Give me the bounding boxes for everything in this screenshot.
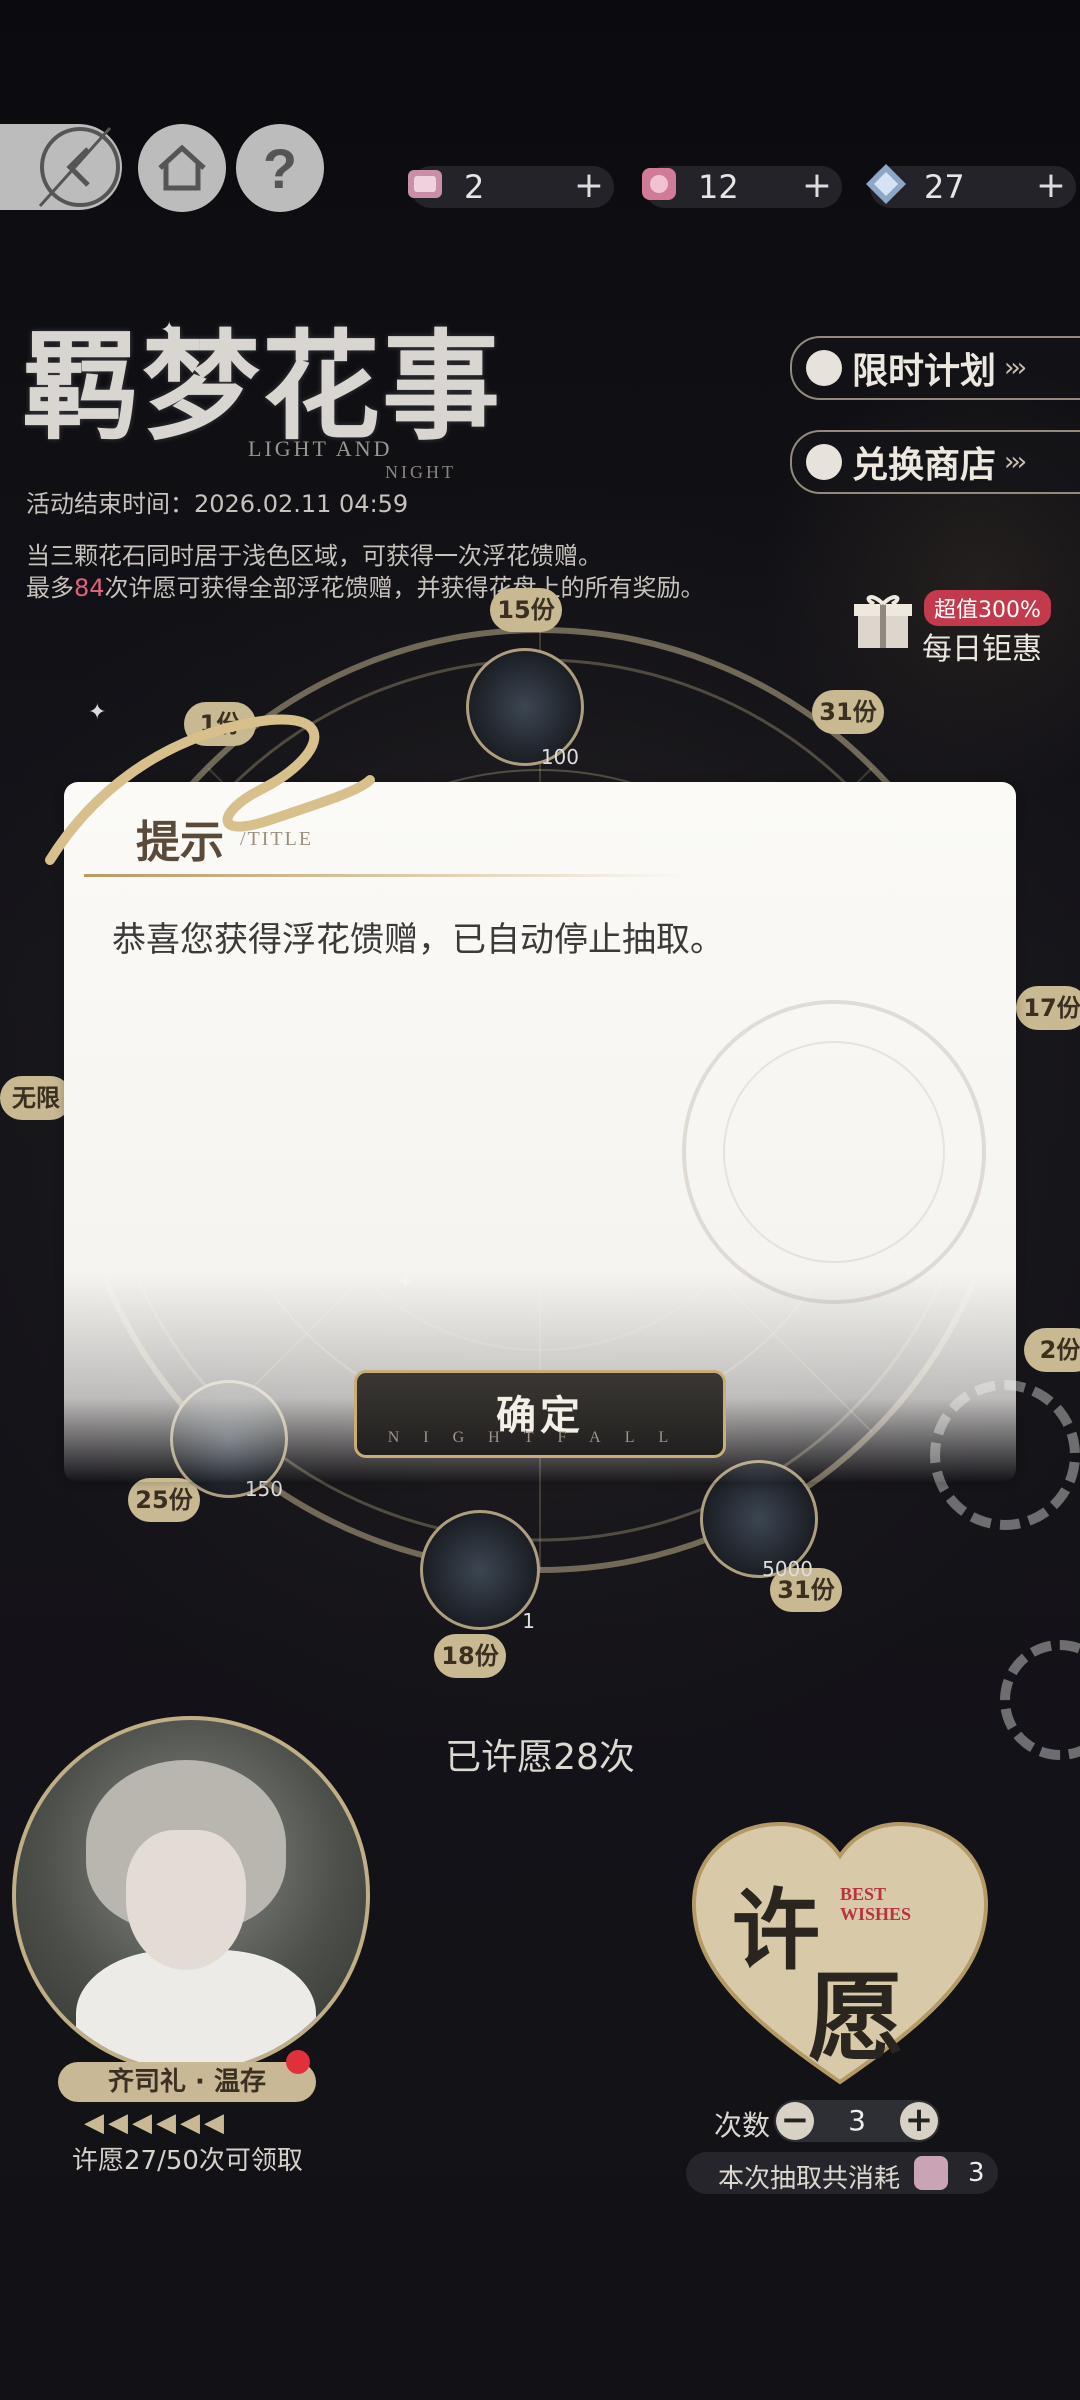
exchange-shop-label: 兑换商店 — [852, 444, 997, 486]
dialog-message: 恭喜您获得浮花馈赠，已自动停止抽取。 — [112, 920, 724, 960]
currency-value: 27 — [924, 168, 965, 206]
home-button[interactable] — [138, 124, 226, 212]
count-stepper: − 3 + — [774, 2100, 940, 2142]
wish-en-1: BEST — [840, 1884, 887, 1904]
event-description-line1: 当三颗花石同时居于浅色区域，可获得一次浮花馈赠。 — [26, 542, 602, 570]
increase-button[interactable]: + — [900, 2102, 938, 2140]
add-flower-box-button[interactable]: + — [802, 166, 832, 206]
alarm-clock-icon — [806, 350, 842, 386]
reward-tag: 无限 — [0, 1076, 72, 1120]
reward-count: 5000 — [762, 1557, 813, 1581]
reward-count: 100 — [540, 745, 579, 769]
cost-label: 本次抽取共消耗 — [718, 2164, 901, 2194]
diamond-icon — [866, 164, 906, 204]
confirm-sub-label: NIGHTFALL — [387, 1429, 693, 1446]
desc-suffix: 次许愿可获得全部浮花馈赠，并获得花盘上的所有奖励。 — [104, 574, 705, 602]
event-title-en-2: NIGHT — [385, 462, 456, 482]
desc-highlight-count: 84 — [74, 574, 105, 602]
daily-deal-label: 每日钜惠 — [922, 632, 1042, 667]
wish-ticket-icon — [914, 2156, 948, 2190]
wish-ticket-icon — [408, 170, 442, 198]
limited-plan-label: 限时计划 — [852, 350, 997, 392]
chevrons-icon: ››› — [1004, 447, 1027, 477]
count-label: 次数 — [714, 2109, 771, 2142]
currency-wish-ticket: 2 + — [408, 166, 614, 208]
cost-info: 本次抽取共消耗 3 — [686, 2152, 998, 2194]
confirm-button[interactable]: 确定 NIGHTFALL — [354, 1370, 726, 1458]
event-title: 羁梦花事 — [22, 317, 503, 456]
wish-en-2: WISHES — [840, 1904, 912, 1924]
progress-flags-icon: ◀◀◀◀◀◀ — [84, 2108, 228, 2138]
currency-value: 12 — [698, 168, 739, 206]
currency-diamond: 27 + — [866, 164, 1076, 208]
reward-orb-top: 100 — [466, 648, 584, 769]
back-arrow-icon — [38, 126, 120, 208]
wish-char-2: 愿 — [808, 1961, 904, 2074]
reward-tag: 18份 — [434, 1634, 506, 1678]
daily-deal-badge: 超值300% — [924, 590, 1051, 626]
reward-tag: 17份 — [1016, 986, 1080, 1030]
wish-progress-text: 许愿27/50次可领取 — [72, 2146, 303, 2176]
wish-char-1: 许 — [732, 1878, 821, 1982]
heart-gem-icon — [806, 444, 842, 480]
add-diamond-button[interactable]: + — [1036, 166, 1066, 206]
character-portrait[interactable] — [12, 1716, 370, 2074]
help-button[interactable]: ? — [236, 124, 324, 212]
desc-prefix: 最多 — [26, 574, 74, 602]
reward-orb-shell: 1 — [420, 1510, 540, 1633]
tip-dialog: 提示 /TITLE 恭喜您获得浮花馈赠，已自动停止抽取。 确定 NIGHTFAL… — [64, 782, 1016, 1482]
gift-icon — [854, 595, 912, 648]
portrait-face — [126, 1830, 246, 1970]
currency-flower-box: 12 + — [642, 166, 842, 208]
event-end-time: 活动结束时间：2026.02.11 04:59 — [26, 490, 409, 518]
reward-count: 1 — [522, 1609, 535, 1633]
event-description-line2: 最多84次许愿可获得全部浮花馈赠，并获得花盘上的所有奖励。 — [26, 568, 705, 603]
reward-tag: 2份 — [1024, 1328, 1080, 1372]
event-title-en: LIGHT AND — [248, 436, 393, 461]
flower-box-icon — [642, 168, 676, 200]
limited-plan-button[interactable]: 限时计划 ››› — [790, 336, 1080, 400]
exchange-shop-button[interactable]: 兑换商店 ››› — [790, 430, 1080, 494]
character-name: 齐司礼 · 温存 — [58, 2062, 316, 2102]
reward-tag: 15份 — [490, 588, 562, 632]
wish-button[interactable]: 许 BEST WISHES 愿 — [690, 1820, 990, 2090]
chevrons-icon: ››› — [1004, 353, 1027, 383]
add-wish-ticket-button[interactable]: + — [574, 166, 604, 206]
cost-value: 3 — [968, 2158, 985, 2188]
notification-dot — [286, 2050, 310, 2074]
back-button[interactable] — [0, 124, 122, 210]
currency-value: 2 — [464, 168, 485, 206]
home-icon — [158, 144, 206, 191]
question-icon: ? — [262, 136, 298, 200]
gold-ribbon-decoration — [45, 714, 375, 865]
reward-tag: 31份 — [812, 690, 884, 734]
moon-emblem-icon — [682, 1000, 986, 1304]
reward-tag: 25份 — [128, 1478, 200, 1522]
